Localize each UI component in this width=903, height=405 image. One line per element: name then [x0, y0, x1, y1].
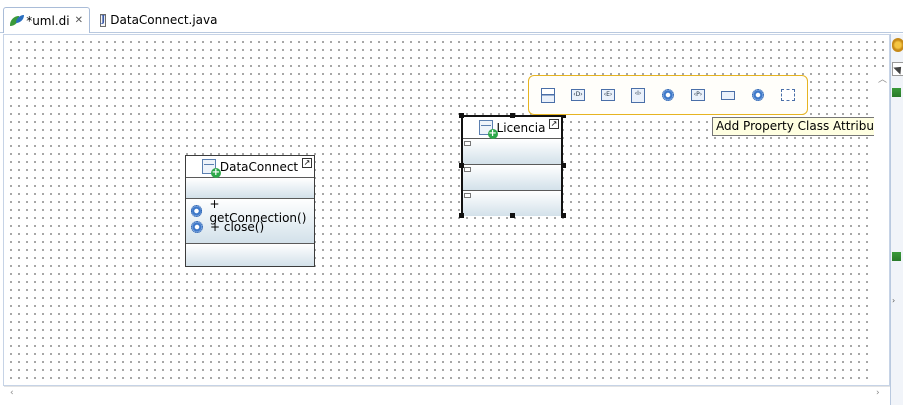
select-tool-icon[interactable]: [892, 62, 903, 76]
uml-class-licencia[interactable]: Licencia ↗: [461, 115, 563, 216]
operation-row[interactable]: + getConnection(): [186, 197, 314, 225]
operation-icon: [191, 221, 203, 233]
add-icon[interactable]: [892, 88, 901, 97]
enumeration-icon[interactable]: ‹E›: [597, 84, 619, 106]
palette-icon[interactable]: [892, 38, 903, 52]
operation-label: + close(): [210, 220, 265, 234]
horizontal-scrollbar[interactable]: ‹ ›: [4, 386, 890, 402]
comment-icon[interactable]: [777, 84, 799, 106]
class-icon: [478, 120, 498, 139]
resize-handle-nw[interactable]: [459, 113, 464, 118]
java-file-icon: J: [100, 13, 107, 27]
scroll-left-icon[interactable]: ‹: [10, 388, 14, 398]
resize-handle-w[interactable]: [459, 163, 464, 168]
datatype-icon[interactable]: ‹D›: [567, 84, 589, 106]
operation-icon[interactable]: [657, 84, 679, 106]
class-header: DataConnect ↗: [186, 156, 314, 178]
class-name[interactable]: DataConnect: [220, 160, 298, 174]
primitive-type-icon[interactable]: ‹P›: [687, 84, 709, 106]
resize-handle-n[interactable]: [510, 113, 515, 118]
signal-icon[interactable]: [747, 84, 769, 106]
vertical-scrollbar[interactable]: ︿ ﹀: [874, 70, 889, 385]
close-icon[interactable]: ✕: [75, 15, 83, 26]
operation-icon: [191, 205, 203, 217]
collapse-icon[interactable]: [464, 167, 471, 172]
resize-handle-sw[interactable]: [459, 213, 464, 218]
collapse-icon[interactable]: [464, 141, 471, 146]
nested-classifiers-compartment[interactable]: [186, 244, 314, 266]
expand-arrow-icon[interactable]: ›: [892, 296, 903, 310]
interface-icon[interactable]: ‹I›: [627, 84, 649, 106]
scroll-up-icon[interactable]: ︿: [878, 72, 887, 85]
add-icon[interactable]: [892, 252, 901, 261]
papyrus-diagram-icon: [10, 14, 25, 27]
property-icon[interactable]: [717, 84, 739, 106]
class-name[interactable]: Licencia: [497, 121, 546, 135]
shortcut-icon: ↗: [549, 119, 559, 129]
popup-toolbar: ‹D› ‹E› ‹I› ‹P›: [528, 75, 808, 115]
editor-tab-bar: *uml.di ✕ J DataConnect.java: [0, 0, 903, 33]
resize-handle-e[interactable]: [561, 163, 566, 168]
tab-dataconnect-java[interactable]: J DataConnect.java: [94, 7, 218, 33]
operations-compartment[interactable]: [463, 165, 561, 191]
tab-uml-di[interactable]: *uml.di ✕: [3, 7, 90, 33]
resize-handle-s[interactable]: [510, 213, 515, 218]
tab-label: DataConnect.java: [110, 13, 218, 27]
diagram-canvas[interactable]: DataConnect ↗ + getConnection() + close(…: [3, 34, 890, 386]
scroll-right-icon[interactable]: ›: [876, 388, 880, 398]
attributes-compartment[interactable]: [186, 178, 314, 199]
attributes-compartment[interactable]: [463, 139, 561, 165]
shortcut-icon: ↗: [302, 158, 312, 168]
class-icon: [201, 159, 221, 178]
collapse-icon[interactable]: [464, 193, 471, 198]
palette-strip: ›: [890, 34, 903, 405]
attribute-icon[interactable]: [537, 84, 559, 106]
tooltip: Add Property Class Attribute Label: [712, 117, 889, 136]
resize-handle-se[interactable]: [561, 213, 566, 218]
tab-label: *uml.di: [26, 13, 70, 28]
class-header: Licencia ↗: [463, 117, 561, 139]
operations-compartment[interactable]: + getConnection() + close(): [186, 197, 314, 244]
uml-class-dataconnect[interactable]: DataConnect ↗ + getConnection() + close(…: [185, 155, 315, 267]
